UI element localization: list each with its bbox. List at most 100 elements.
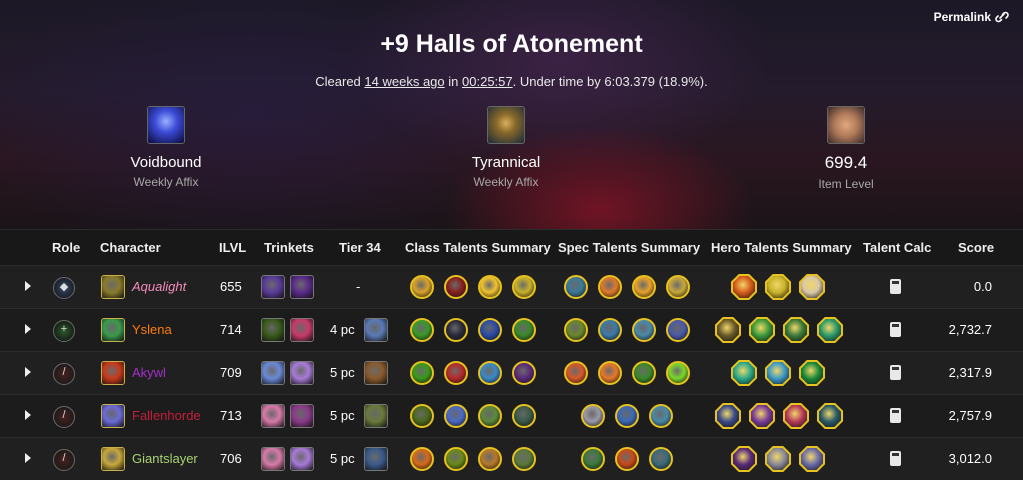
trinket-icon[interactable] bbox=[261, 361, 285, 385]
class-talent-icon[interactable] bbox=[444, 447, 468, 471]
spec-talent-icon[interactable] bbox=[581, 404, 605, 428]
expand-row-caret-icon[interactable] bbox=[25, 410, 31, 420]
col-talent-calc[interactable]: Talent Calc bbox=[863, 240, 931, 255]
class-talent-icon[interactable] bbox=[478, 447, 502, 471]
affix-voidbound[interactable]: Voidbound Weekly Affix bbox=[96, 106, 236, 189]
hero-talent-icon[interactable] bbox=[817, 317, 843, 343]
talent-calculator-icon[interactable] bbox=[890, 451, 901, 466]
talent-calculator-icon[interactable] bbox=[890, 322, 901, 337]
col-character[interactable]: Character bbox=[100, 240, 161, 255]
spec-talent-icon[interactable] bbox=[581, 447, 605, 471]
class-talent-icon[interactable] bbox=[410, 275, 434, 299]
character-name-link[interactable]: Akywl bbox=[132, 365, 166, 380]
hero-talent-icon[interactable] bbox=[783, 403, 809, 429]
cleared-date-link[interactable]: 14 weeks ago bbox=[364, 74, 444, 89]
trinket-icon[interactable] bbox=[261, 275, 285, 299]
col-score[interactable]: Score bbox=[958, 240, 994, 255]
hero-talent-icon[interactable] bbox=[715, 317, 741, 343]
col-trinkets[interactable]: Trinkets bbox=[264, 240, 314, 255]
class-talent-icon[interactable] bbox=[410, 404, 434, 428]
spec-talent-icon[interactable] bbox=[649, 447, 673, 471]
class-talent-icon[interactable] bbox=[444, 318, 468, 342]
hero-talent-icon[interactable] bbox=[799, 274, 825, 300]
hero-talent-icon[interactable] bbox=[765, 274, 791, 300]
trinket-icon[interactable] bbox=[261, 318, 285, 342]
hero-talent-icon[interactable] bbox=[817, 403, 843, 429]
expand-row-caret-icon[interactable] bbox=[25, 367, 31, 377]
class-talent-icon[interactable] bbox=[478, 361, 502, 385]
hero-talent-icon[interactable] bbox=[731, 274, 757, 300]
class-talent-icon[interactable] bbox=[444, 275, 468, 299]
col-role[interactable]: Role bbox=[52, 240, 80, 255]
tier-piece-icon[interactable] bbox=[364, 361, 388, 385]
hero-talent-icon[interactable] bbox=[749, 317, 775, 343]
spec-talent-icon[interactable] bbox=[632, 361, 656, 385]
spec-talent-icon[interactable] bbox=[564, 318, 588, 342]
spec-talent-icon[interactable] bbox=[564, 275, 588, 299]
spec-talent-icon[interactable] bbox=[666, 275, 690, 299]
hero-talent-icon[interactable] bbox=[799, 446, 825, 472]
trinket-icon[interactable] bbox=[290, 275, 314, 299]
hero-talent-icon[interactable] bbox=[799, 360, 825, 386]
character-name-link[interactable]: Yslena bbox=[132, 322, 172, 337]
expand-row-caret-icon[interactable] bbox=[25, 453, 31, 463]
spec-talent-icon[interactable] bbox=[632, 318, 656, 342]
spec-talent-icon[interactable] bbox=[666, 361, 690, 385]
affix-tyrannical[interactable]: Tyrannical Weekly Affix bbox=[436, 106, 576, 189]
table-row[interactable]: + Yslena 714 4 pc 2,732.7 bbox=[0, 308, 1023, 351]
permalink-link[interactable]: Permalink bbox=[934, 10, 1009, 24]
class-talent-icon[interactable] bbox=[410, 447, 434, 471]
spec-talent-icon[interactable] bbox=[615, 447, 639, 471]
talent-calculator-icon[interactable] bbox=[890, 279, 901, 294]
col-ilvl[interactable]: ILVL bbox=[219, 240, 246, 255]
character-name-link[interactable]: Giantslayer bbox=[132, 451, 198, 466]
hero-talent-icon[interactable] bbox=[715, 403, 741, 429]
character-name-link[interactable]: Fallenhorde bbox=[132, 408, 201, 423]
spec-talent-icon[interactable] bbox=[598, 361, 622, 385]
class-talent-icon[interactable] bbox=[444, 404, 468, 428]
class-talent-icon[interactable] bbox=[410, 361, 434, 385]
class-talent-icon[interactable] bbox=[512, 447, 536, 471]
clear-time-link[interactable]: 00:25:57 bbox=[462, 74, 513, 89]
class-talent-icon[interactable] bbox=[512, 318, 536, 342]
expand-row-caret-icon[interactable] bbox=[25, 324, 31, 334]
spec-talent-icon[interactable] bbox=[564, 361, 588, 385]
spec-talent-icon[interactable] bbox=[632, 275, 656, 299]
tier-piece-icon[interactable] bbox=[364, 404, 388, 428]
class-talent-icon[interactable] bbox=[478, 275, 502, 299]
trinket-icon[interactable] bbox=[290, 318, 314, 342]
hero-talent-icon[interactable] bbox=[749, 403, 775, 429]
trinket-icon[interactable] bbox=[261, 447, 285, 471]
class-talent-icon[interactable] bbox=[410, 318, 434, 342]
trinket-icon[interactable] bbox=[290, 361, 314, 385]
tier-piece-icon[interactable] bbox=[364, 318, 388, 342]
class-talent-icon[interactable] bbox=[478, 404, 502, 428]
class-talent-icon[interactable] bbox=[512, 275, 536, 299]
spec-talent-icon[interactable] bbox=[666, 318, 690, 342]
class-talent-icon[interactable] bbox=[512, 404, 536, 428]
table-row[interactable]: / Fallenhorde 713 5 pc 2,757.9 bbox=[0, 394, 1023, 437]
col-class-talents[interactable]: Class Talents Summary bbox=[405, 240, 551, 255]
hero-talent-icon[interactable] bbox=[731, 446, 757, 472]
talent-calculator-icon[interactable] bbox=[890, 408, 901, 423]
expand-row-caret-icon[interactable] bbox=[25, 281, 31, 291]
col-spec-talents[interactable]: Spec Talents Summary bbox=[558, 240, 700, 255]
spec-talent-icon[interactable] bbox=[598, 318, 622, 342]
table-row[interactable]: ◆ Aqualight 655 - 0.0 bbox=[0, 265, 1023, 308]
class-talent-icon[interactable] bbox=[478, 318, 502, 342]
spec-talent-icon[interactable] bbox=[615, 404, 639, 428]
col-tier[interactable]: Tier 34 bbox=[339, 240, 381, 255]
trinket-icon[interactable] bbox=[290, 404, 314, 428]
hero-talent-icon[interactable] bbox=[731, 360, 757, 386]
hero-talent-icon[interactable] bbox=[765, 360, 791, 386]
talent-calculator-icon[interactable] bbox=[890, 365, 901, 380]
class-talent-icon[interactable] bbox=[444, 361, 468, 385]
table-row[interactable]: / Akywl 709 5 pc 2,317.9 bbox=[0, 351, 1023, 394]
tier-piece-icon[interactable] bbox=[364, 447, 388, 471]
col-hero-talents[interactable]: Hero Talents Summary bbox=[711, 240, 852, 255]
character-name-link[interactable]: Aqualight bbox=[132, 279, 186, 294]
spec-talent-icon[interactable] bbox=[649, 404, 673, 428]
table-row[interactable]: / Giantslayer 706 5 pc 3,012.0 bbox=[0, 437, 1023, 480]
trinket-icon[interactable] bbox=[290, 447, 314, 471]
hero-talent-icon[interactable] bbox=[765, 446, 791, 472]
